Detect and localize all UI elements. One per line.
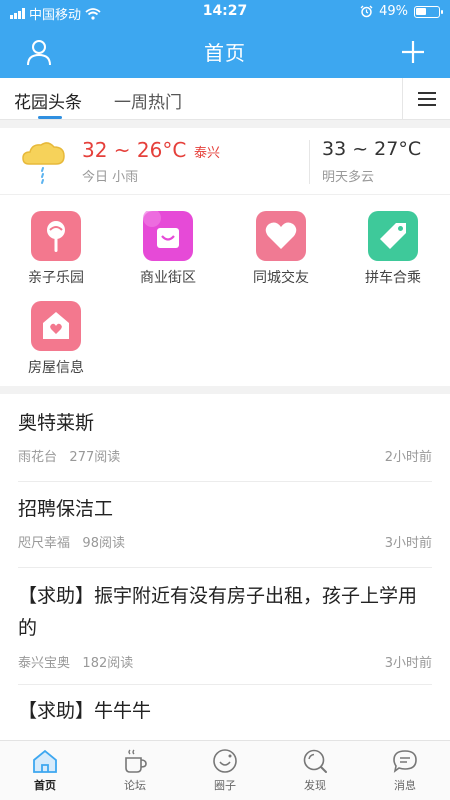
bottom-tab-label: 消息: [394, 779, 416, 792]
bottom-tab-forum[interactable]: 论坛: [90, 747, 180, 793]
grid-item-label: 商业街区: [140, 270, 196, 286]
top-bar: 中国移动 14:27 49% 首页: [0, 0, 450, 78]
tag-icon: [368, 211, 418, 261]
divider: [18, 481, 432, 482]
grid-item-label: 拼车合乘: [365, 270, 421, 286]
post-reads: 182阅读: [82, 656, 134, 671]
cloud-rain-icon: [22, 142, 65, 184]
grid-item-housing[interactable]: 房屋信息: [11, 301, 101, 377]
grid-item-friends[interactable]: 同城交友: [236, 211, 326, 287]
tomorrow-temperature: 33 ~ 27°C: [322, 138, 422, 160]
divider: [18, 567, 432, 568]
list-item[interactable]: 奥特莱斯 雨花台 277阅读 2小时前: [18, 408, 432, 465]
weather-card[interactable]: 32 ~ 26°C 泰兴 今日 小雨 33 ~ 27°C 明天多云: [0, 128, 450, 194]
alarm-icon: [360, 5, 373, 18]
post-title: 【求助】牛牛牛: [18, 700, 152, 722]
post-reads: 98阅读: [82, 536, 125, 551]
divider: [18, 684, 432, 685]
bottom-tab-label: 圈子: [214, 779, 236, 792]
list-item[interactable]: 【求助】牛牛牛: [18, 696, 432, 726]
post-title: 奥特莱斯: [18, 412, 95, 434]
page-title: 首页: [204, 41, 246, 65]
post-reads: 277阅读: [69, 450, 121, 465]
bottom-tab-label: 首页: [34, 779, 56, 792]
shopping-bag-icon: [143, 211, 193, 261]
post-title: 【求助】振宇附近有没有房子出租，孩子上学用的: [18, 585, 418, 639]
today-weather-desc: 今日 小雨: [82, 170, 139, 185]
bottom-tab-label: 论坛: [124, 779, 146, 792]
bottom-tab-circle[interactable]: 圈子: [180, 747, 270, 793]
lollipop-icon: [31, 211, 81, 261]
tomorrow-weather-desc: 明天多云: [322, 170, 375, 185]
grid-item-carpool[interactable]: 拼车合乘: [348, 211, 438, 287]
list-item[interactable]: 【求助】振宇附近有没有房子出租，孩子上学用的 泰兴宝奥 182阅读 3小时前: [18, 580, 432, 671]
post-time: 3小时前: [384, 656, 432, 671]
chat-bubble-icon: [393, 750, 417, 773]
grid-item-label: 房屋信息: [28, 360, 84, 376]
post-title: 招聘保洁工: [18, 498, 114, 520]
tab-weekly-hot[interactable]: 一周热门: [114, 88, 182, 113]
grid-item-label: 同城交友: [253, 270, 309, 286]
category-grid: 亲子乐园 商业街区 同城交友 拼车合乘 房屋信息: [0, 194, 450, 386]
tab-indicator: [38, 116, 62, 119]
bottom-tab-home[interactable]: 首页: [0, 747, 90, 793]
tab-headlines[interactable]: 花园头条: [14, 88, 82, 113]
tab-divider: [402, 78, 403, 120]
grid-item-commercial-street[interactable]: 商业街区: [123, 211, 213, 287]
search-icon: [303, 749, 327, 773]
circle-smile-icon: [213, 749, 237, 773]
post-time: 2小时前: [384, 450, 432, 465]
bottom-tab-messages[interactable]: 消息: [360, 747, 450, 793]
grid-item-label: 亲子乐园: [28, 270, 84, 286]
weather-divider: [309, 140, 310, 184]
post-source: 咫尺幸福: [18, 536, 71, 551]
bottom-tab-bar: 首页 论坛 圈子 发现 消息: [0, 740, 450, 800]
grid-item-parent-child[interactable]: 亲子乐园: [11, 211, 101, 287]
today-temperature: 32 ~ 26°C: [82, 138, 187, 162]
heart-icon: [256, 211, 306, 261]
house-heart-icon: [31, 301, 81, 351]
post-list: 奥特莱斯 雨花台 277阅读 2小时前 招聘保洁工 咫尺幸福 98阅读 3小时前…: [0, 394, 450, 740]
battery-percent: 49%: [379, 4, 408, 19]
bottom-tab-label: 发现: [304, 779, 326, 792]
home-icon: [33, 749, 57, 773]
post-source: 雨花台: [18, 450, 58, 465]
bottom-tab-discover[interactable]: 发现: [270, 747, 360, 793]
menu-icon[interactable]: [418, 92, 436, 106]
post-time: 3小时前: [384, 536, 432, 551]
list-item[interactable]: 招聘保洁工 咫尺幸福 98阅读 3小时前: [18, 494, 432, 551]
battery-icon: [414, 5, 443, 18]
post-source: 泰兴宝奥: [18, 656, 71, 671]
coffee-cup-icon: [125, 749, 147, 773]
category-tabs: 花园头条 一周热门: [0, 78, 450, 120]
weather-city: 泰兴: [194, 146, 221, 161]
plus-icon[interactable]: [401, 40, 425, 64]
status-bar: 中国移动 14:27 49%: [0, 0, 450, 24]
